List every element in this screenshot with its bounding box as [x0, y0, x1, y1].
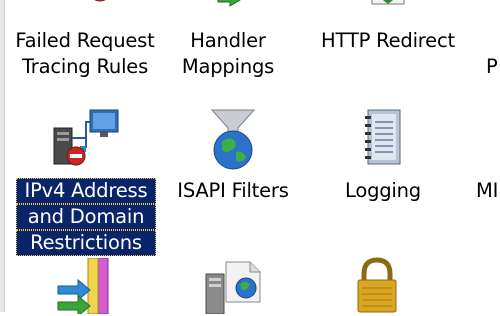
feature-label-line2: Tracing Rules [21, 55, 149, 78]
feature-failed-request-tracing[interactable]: Failed Request Tracing Rules [10, 0, 160, 82]
handler-mappings-icon [208, 0, 258, 14]
feature-isapi-filters[interactable]: ISAPI Filters [168, 100, 298, 210]
feature-label-line3: Restrictions [16, 230, 156, 256]
feature-label-line1: IPv4 Address [16, 178, 156, 204]
feature-label-line2: and Domain [16, 204, 156, 230]
http-redirect-icon [368, 0, 408, 16]
ipv4-restrictions-icon [52, 108, 122, 170]
window-left-border [0, 0, 5, 312]
feature-logging[interactable]: Logging [318, 100, 448, 210]
feature-label-line2: P [486, 55, 498, 78]
feature-label-line1: Logging [345, 179, 421, 202]
output-caching-icon [202, 258, 268, 314]
feature-lock[interactable] [346, 256, 416, 316]
logging-icon [360, 106, 404, 170]
failed-request-tracing-icon [60, 0, 120, 20]
feature-label-line1: Handler [190, 29, 266, 52]
feature-label-line1: HTTP Redirect [321, 29, 455, 52]
feature-label-line1: MI [476, 179, 499, 202]
isapi-filters-icon [208, 106, 258, 172]
feature-http-redirect[interactable]: HTTP Redirect [308, 0, 468, 82]
modules-icon [54, 258, 124, 314]
feature-mime-partial[interactable]: MI [472, 100, 500, 210]
feature-handler-mappings[interactable]: Handler Mappings [168, 0, 288, 82]
feature-output-caching[interactable] [198, 256, 278, 316]
feature-partial-right[interactable]: P [480, 0, 500, 82]
lock-icon [354, 256, 400, 314]
feature-ipv4-address-restrictions[interactable]: IPv4 Address and Domain Restrictions [16, 100, 156, 256]
feature-label-line1: ISAPI Filters [177, 179, 289, 202]
feature-label-line2: Mappings [181, 55, 275, 78]
feature-label-line1: Failed Request [15, 29, 155, 52]
feature-modules[interactable] [50, 256, 130, 316]
